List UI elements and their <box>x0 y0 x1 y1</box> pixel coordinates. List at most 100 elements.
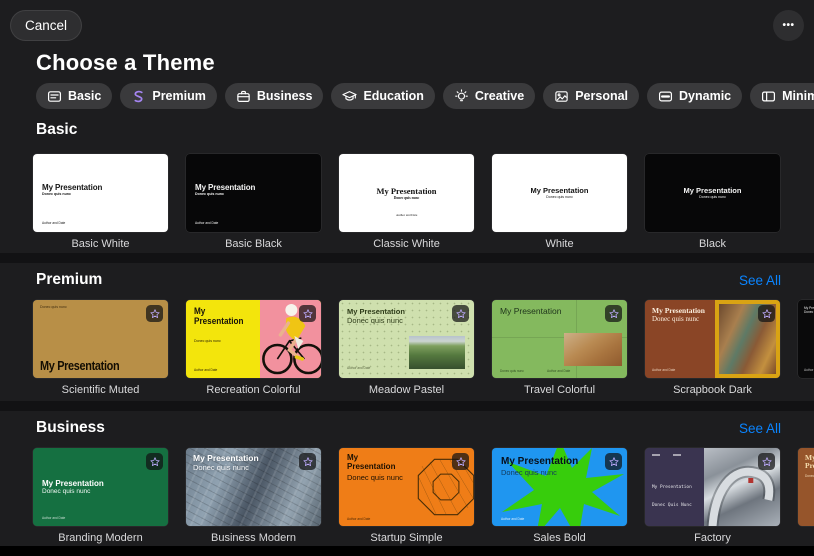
theme-card-basic-white[interactable]: My Presentation Donec quis nunc Author a… <box>33 154 168 250</box>
star-icon <box>149 308 160 318</box>
theme-thumbnail: My Presentation Donec quis nunc Author a… <box>798 300 814 378</box>
theme-label: Startup Simple <box>370 532 443 544</box>
theme-label: Classic White <box>373 238 440 250</box>
page-title: Choose a Theme <box>36 50 215 75</box>
theme-thumbnail: My Presentation Donec quis nunc Author a… <box>33 448 168 526</box>
business-see-all-link[interactable]: See All <box>739 421 781 436</box>
theme-thumbnail: My Presentation Donec quis nunc Author a… <box>186 300 321 378</box>
mini-byline: Author and Date <box>347 366 371 370</box>
premium-badge <box>605 305 622 322</box>
mini-subtitle: Donec quis nunc <box>546 195 573 200</box>
theme-card-scientific-muted[interactable]: Donec quis nunc My Presentation Scientif… <box>33 300 168 396</box>
theme-card-factory[interactable]: My Presentation Donec Quis Nunc Factory <box>645 448 780 544</box>
premium-badge <box>452 453 469 470</box>
star-icon <box>455 308 466 318</box>
mini-subtitle: Donec quis nunc <box>195 192 225 197</box>
theme-card-business-partial[interactable]: My Presentation Donec quis nunc <box>798 448 814 544</box>
theme-label: Scientific Muted <box>61 384 140 396</box>
mini-title: My Presentation <box>42 479 104 488</box>
premium-badge <box>146 453 163 470</box>
star-icon <box>455 456 466 466</box>
theme-thumbnail: My Presentation Donec quis nunc <box>798 448 814 526</box>
lightbulb-icon <box>454 88 469 104</box>
theme-card-branding-modern[interactable]: My Presentation Donec quis nunc Author a… <box>33 448 168 544</box>
section-divider <box>0 401 814 411</box>
filter-chip-basic[interactable]: Basic <box>36 83 113 109</box>
theme-thumbnail: My Presentation Donec quis nunc Author a… <box>33 154 168 232</box>
ellipsis-icon: ••• <box>782 20 795 31</box>
theme-label: Black <box>699 238 726 250</box>
theme-card-travel-colorful[interactable]: My Presentation Donec quis nunc Author a… <box>492 300 627 396</box>
theme-card-white[interactable]: My Presentation Donec quis nunc White <box>492 154 627 250</box>
premium-badge <box>146 305 163 322</box>
filter-chip-premium[interactable]: Premium <box>120 83 217 109</box>
briefcase-icon <box>236 89 251 104</box>
basic-theme-row[interactable]: My Presentation Donec quis nunc Author a… <box>33 154 814 250</box>
theme-card-business-modern[interactable]: My Presentation Donec quis nunc Business… <box>186 448 321 544</box>
theme-label: Factory <box>694 532 731 544</box>
theme-thumbnail: My Presentation Donec quis nunc Author a… <box>492 300 627 378</box>
mini-title: My Presentation <box>376 186 437 196</box>
theme-card-startup-simple[interactable]: My Presentation Donec quis nunc Author a… <box>339 448 474 544</box>
mini-subtitle: Donec quis nunc <box>347 316 403 325</box>
theme-card-scrapbook-dark[interactable]: My Presentation Donec quis nunc Author a… <box>645 300 780 396</box>
more-options-button[interactable]: ••• <box>773 10 804 41</box>
section-business-header: Business <box>36 419 105 436</box>
theme-label: Sales Bold <box>533 532 586 544</box>
premium-badge <box>605 453 622 470</box>
star-icon <box>149 456 160 466</box>
mini-rule <box>673 454 681 456</box>
theme-card-premium-partial[interactable]: My Presentation Donec quis nunc Author a… <box>798 300 814 396</box>
filter-label: Business <box>256 89 313 103</box>
star-icon <box>608 456 619 466</box>
theme-card-black[interactable]: My Presentation Donec quis nunc Black <box>645 154 780 250</box>
mini-title: My Presentation <box>500 306 562 316</box>
section-basic-header: Basic <box>36 121 78 138</box>
filter-chip-education[interactable]: Education <box>331 83 435 109</box>
theme-thumbnail: My Presentation Donec quis nunc Author a… <box>186 154 321 232</box>
theme-card-classic-white[interactable]: My Presentation Donec quis nunc Author a… <box>339 154 474 250</box>
theme-label: Branding Modern <box>58 532 143 544</box>
theme-thumbnail: My Presentation Donec quis nunc <box>645 154 780 232</box>
premium-badge <box>299 305 316 322</box>
theme-card-basic-black[interactable]: My Presentation Donec quis nunc Author a… <box>186 154 321 250</box>
filter-chip-creative[interactable]: Creative <box>442 83 536 109</box>
dynamic-slide-icon <box>658 89 673 104</box>
theme-label: Recreation Colorful <box>206 384 301 396</box>
filter-label: Dynamic <box>679 89 732 103</box>
business-theme-row[interactable]: My Presentation Donec quis nunc Author a… <box>33 448 814 544</box>
theme-thumbnail: My Presentation Donec quis nunc Author a… <box>339 300 474 378</box>
mini-title: My Presentation <box>194 306 244 327</box>
mini-subtitle: Donec quis nunc <box>42 192 72 197</box>
mini-byline: Author and Date <box>395 213 418 217</box>
filter-chip-personal[interactable]: Personal <box>543 83 640 109</box>
filter-label: Education <box>363 89 424 103</box>
premium-badge <box>758 453 775 470</box>
mini-byline: Author and Date <box>804 368 814 372</box>
theme-thumbnail: My Presentation Donec quis nunc <box>186 448 321 526</box>
theme-thumbnail: My Presentation Donec quis nunc Author a… <box>645 300 780 378</box>
theme-card-sales-bold[interactable]: My Presentation Donec quis nunc Author a… <box>492 448 627 544</box>
mini-byline: Author and Date <box>195 221 219 225</box>
cancel-button[interactable]: Cancel <box>10 10 83 41</box>
theme-card-meadow-pastel[interactable]: My Presentation Donec quis nunc Author a… <box>339 300 474 396</box>
section-premium-header: Premium <box>36 271 103 288</box>
mini-title: My Presentation <box>40 358 120 373</box>
landscape-photo <box>409 336 465 369</box>
mini-subtitle: Donec quis nunc <box>193 463 249 472</box>
filter-chip-business[interactable]: Business <box>224 83 324 109</box>
premium-theme-row[interactable]: Donec quis nunc My Presentation Scientif… <box>33 300 814 396</box>
theme-thumbnail: My Presentation Donec quis nunc <box>492 154 627 232</box>
filter-chip-dynamic[interactable]: Dynamic <box>647 83 743 109</box>
premium-see-all-link[interactable]: See All <box>739 273 781 288</box>
mini-byline: Author and Date <box>547 369 571 373</box>
star-icon <box>302 308 313 318</box>
theme-card-recreation-colorful[interactable]: My Presentation Donec quis nunc Author a… <box>186 300 321 396</box>
choose-theme-screen: Cancel ••• Choose a Theme Basic Premium … <box>0 0 814 556</box>
cancel-label: Cancel <box>25 18 68 33</box>
mini-subtitle: Donec quis nunc <box>194 339 221 344</box>
mini-title: My Presentation <box>193 453 259 463</box>
filter-chip-minimal[interactable]: Minimal <box>750 83 814 109</box>
theme-thumbnail: My Presentation Donec quis nunc Author a… <box>492 448 627 526</box>
mini-byline: Author and Date <box>42 221 66 225</box>
